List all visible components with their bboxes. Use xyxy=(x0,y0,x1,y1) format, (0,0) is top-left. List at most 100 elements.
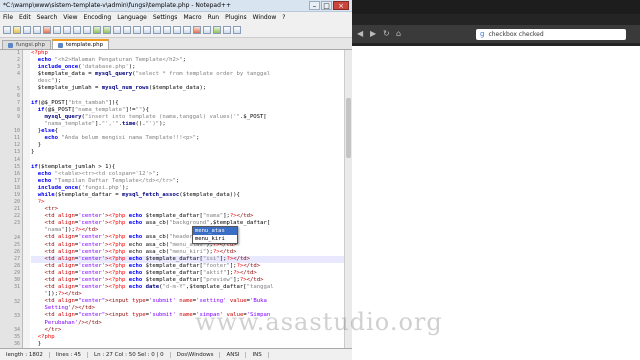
code-line[interactable]: }else{ xyxy=(31,128,344,135)
browser-window: ◀ ▶ ↻ ⌂ g checkbox checked xyxy=(352,0,640,360)
line-number: 34 xyxy=(13,326,20,333)
undo-icon[interactable] xyxy=(93,26,101,34)
code-area[interactable]: <?php echo "<h2>Halaman Pengaturan Templ… xyxy=(31,50,344,348)
zoom-in-icon[interactable] xyxy=(133,26,141,34)
menu-file[interactable]: File xyxy=(3,14,13,21)
menu-edit[interactable]: Edit xyxy=(19,14,31,21)
show-all-chars-icon[interactable] xyxy=(173,26,181,34)
menu-search[interactable]: Search xyxy=(37,14,58,21)
code-line[interactable]: <?php xyxy=(31,50,344,57)
autocomplete-item[interactable]: menu_kiri xyxy=(193,235,237,243)
code-line[interactable]: echo "Anda belum mengisi nama Template!!… xyxy=(31,135,344,142)
search-input[interactable]: g checkbox checked xyxy=(476,28,626,40)
code-line[interactable]: <td align="center"><input type='submit' … xyxy=(31,298,344,305)
code-line[interactable]: mysql_query("insert into template (nama,… xyxy=(31,114,344,121)
code-line[interactable]: $template_data = mysql_query("select * f… xyxy=(31,71,344,78)
line-number: 26 xyxy=(13,248,20,255)
code-line[interactable]: include_once('fungsi.php'); xyxy=(31,185,344,192)
play-macro-icon[interactable] xyxy=(213,26,221,34)
tab-template-php[interactable]: template.php xyxy=(52,39,110,49)
save-icon[interactable] xyxy=(23,26,31,34)
google-icon: g xyxy=(480,30,485,38)
menu-encoding[interactable]: Encoding xyxy=(84,14,112,21)
code-line[interactable]: while($template_daftar = mysql_fetch_ass… xyxy=(31,192,344,199)
cut-icon[interactable] xyxy=(63,26,71,34)
menu-view[interactable]: View xyxy=(63,14,77,21)
back-icon[interactable]: ◀ xyxy=(357,30,365,38)
code-line[interactable]: <td align='center'><?php echo $template_… xyxy=(31,255,344,263)
code-line[interactable]: } xyxy=(31,142,344,149)
code-line[interactable]: if(@$_POST["btn_tambah"]){ xyxy=(31,100,344,107)
reload-icon[interactable]: ↻ xyxy=(383,30,391,38)
line-number: 25 xyxy=(13,241,20,248)
code-line[interactable] xyxy=(31,93,344,100)
code-line[interactable]: desc"); xyxy=(31,78,344,85)
code-line[interactable]: } xyxy=(31,341,344,348)
run-macro-icon[interactable] xyxy=(223,26,231,34)
code-line[interactable]: "nama_template"]."','".time()."')"); xyxy=(31,121,344,128)
code-line[interactable]: <td align='center'><?php echo $template_… xyxy=(31,213,344,220)
fold-margin[interactable] xyxy=(23,50,30,348)
autocomplete-popup[interactable]: menu_atas menu_kiri xyxy=(192,226,238,244)
code-line[interactable]: <td align='center'><?php echo date("d-m-… xyxy=(31,284,344,291)
record-macro-icon[interactable] xyxy=(193,26,201,34)
code-line[interactable]: echo "<h2>Halaman Pengaturan Template</h… xyxy=(31,57,344,64)
menu-language[interactable]: Language xyxy=(117,14,147,21)
menu-settings[interactable]: Settings xyxy=(153,14,178,21)
code-editor[interactable]: 1 2 3 4 5 6 7 8 9 10 11 12 13 14 15 16 17 18 19 20 21 22 23 24 2… xyxy=(0,50,344,348)
close-button[interactable]: × xyxy=(333,1,349,10)
code-line[interactable]: <td align='center'><?php echo asa_cb("ba… xyxy=(31,220,344,227)
code-line[interactable]: if(@$_POST["nama_template"]!=""){ xyxy=(31,107,344,114)
close-file-icon[interactable] xyxy=(43,26,51,34)
new-file-icon[interactable] xyxy=(3,26,11,34)
copy-icon[interactable] xyxy=(73,26,81,34)
menu-run[interactable]: Run xyxy=(208,14,220,21)
minimize-button[interactable]: – xyxy=(309,1,320,10)
line-number: 10 xyxy=(13,128,20,135)
home-icon[interactable]: ⌂ xyxy=(396,30,404,38)
code-line[interactable]: if($template_jumlah > 1){ xyxy=(31,164,344,171)
redo-icon[interactable] xyxy=(103,26,111,34)
menu-help[interactable]: ? xyxy=(282,14,285,21)
code-line[interactable]: <td align='center'><?php echo $template_… xyxy=(31,270,344,277)
code-line[interactable]: include_once('database.php'); xyxy=(31,64,344,71)
code-line[interactable]: <td align='center'><?php echo $template_… xyxy=(31,263,344,270)
code-line[interactable]: } xyxy=(31,149,344,156)
code-line[interactable]: ?> xyxy=(31,199,344,206)
word-wrap-icon[interactable] xyxy=(163,26,171,34)
menu-plugins[interactable]: Plugins xyxy=(225,14,247,21)
scroll-thumb[interactable] xyxy=(346,98,351,158)
code-line[interactable]: echo "<table><tr><td colspan='12'>"; xyxy=(31,171,344,178)
code-line[interactable]: "nama"]);?></td> xyxy=(31,227,344,234)
line-number: 12 xyxy=(13,142,20,149)
maximize-button[interactable]: □ xyxy=(321,1,332,10)
code-line[interactable]: <td align='center'><?php echo asa_cb("me… xyxy=(31,242,344,249)
code-line[interactable]: <tr> xyxy=(31,206,344,213)
code-line[interactable]: $template_jumlah = mysql_num_rows($templ… xyxy=(31,85,344,92)
zoom-out-icon[interactable] xyxy=(143,26,151,34)
save-macro-icon[interactable] xyxy=(233,26,241,34)
code-line[interactable]: <td align='center'><?php echo asa_cb("he… xyxy=(31,234,344,241)
tab-fungsi-php[interactable]: fungsi.php xyxy=(2,40,52,49)
sync-scroll-icon[interactable] xyxy=(153,26,161,34)
code-line[interactable]: <td align='center'><?php echo asa_cb("me… xyxy=(31,249,344,256)
line-number: 13 xyxy=(13,149,20,156)
replace-icon[interactable] xyxy=(123,26,131,34)
paste-icon[interactable] xyxy=(83,26,91,34)
stop-macro-icon[interactable] xyxy=(203,26,211,34)
code-line[interactable]: echo "Tampilan Daftar Template</td></tr>… xyxy=(31,178,344,185)
line-number-gutter: 1 2 3 4 5 6 7 8 9 10 11 12 13 14 15 16 17 18 19 20 21 22 23 24 2… xyxy=(0,50,23,348)
code-line[interactable]: "]);?></td> xyxy=(31,291,344,298)
print-icon[interactable] xyxy=(53,26,61,34)
autocomplete-item[interactable]: menu_atas xyxy=(193,227,237,235)
line-number: 31 xyxy=(13,284,20,291)
save-all-icon[interactable] xyxy=(33,26,41,34)
find-icon[interactable] xyxy=(113,26,121,34)
code-line[interactable] xyxy=(31,156,344,163)
forward-icon[interactable]: ▶ xyxy=(370,30,378,38)
indent-guide-icon[interactable] xyxy=(183,26,191,34)
menu-macro[interactable]: Macro xyxy=(183,14,201,21)
menu-window[interactable]: Window xyxy=(253,14,277,21)
code-line[interactable]: <td align='center'><?php echo $template_… xyxy=(31,277,344,284)
open-file-icon[interactable] xyxy=(13,26,21,34)
